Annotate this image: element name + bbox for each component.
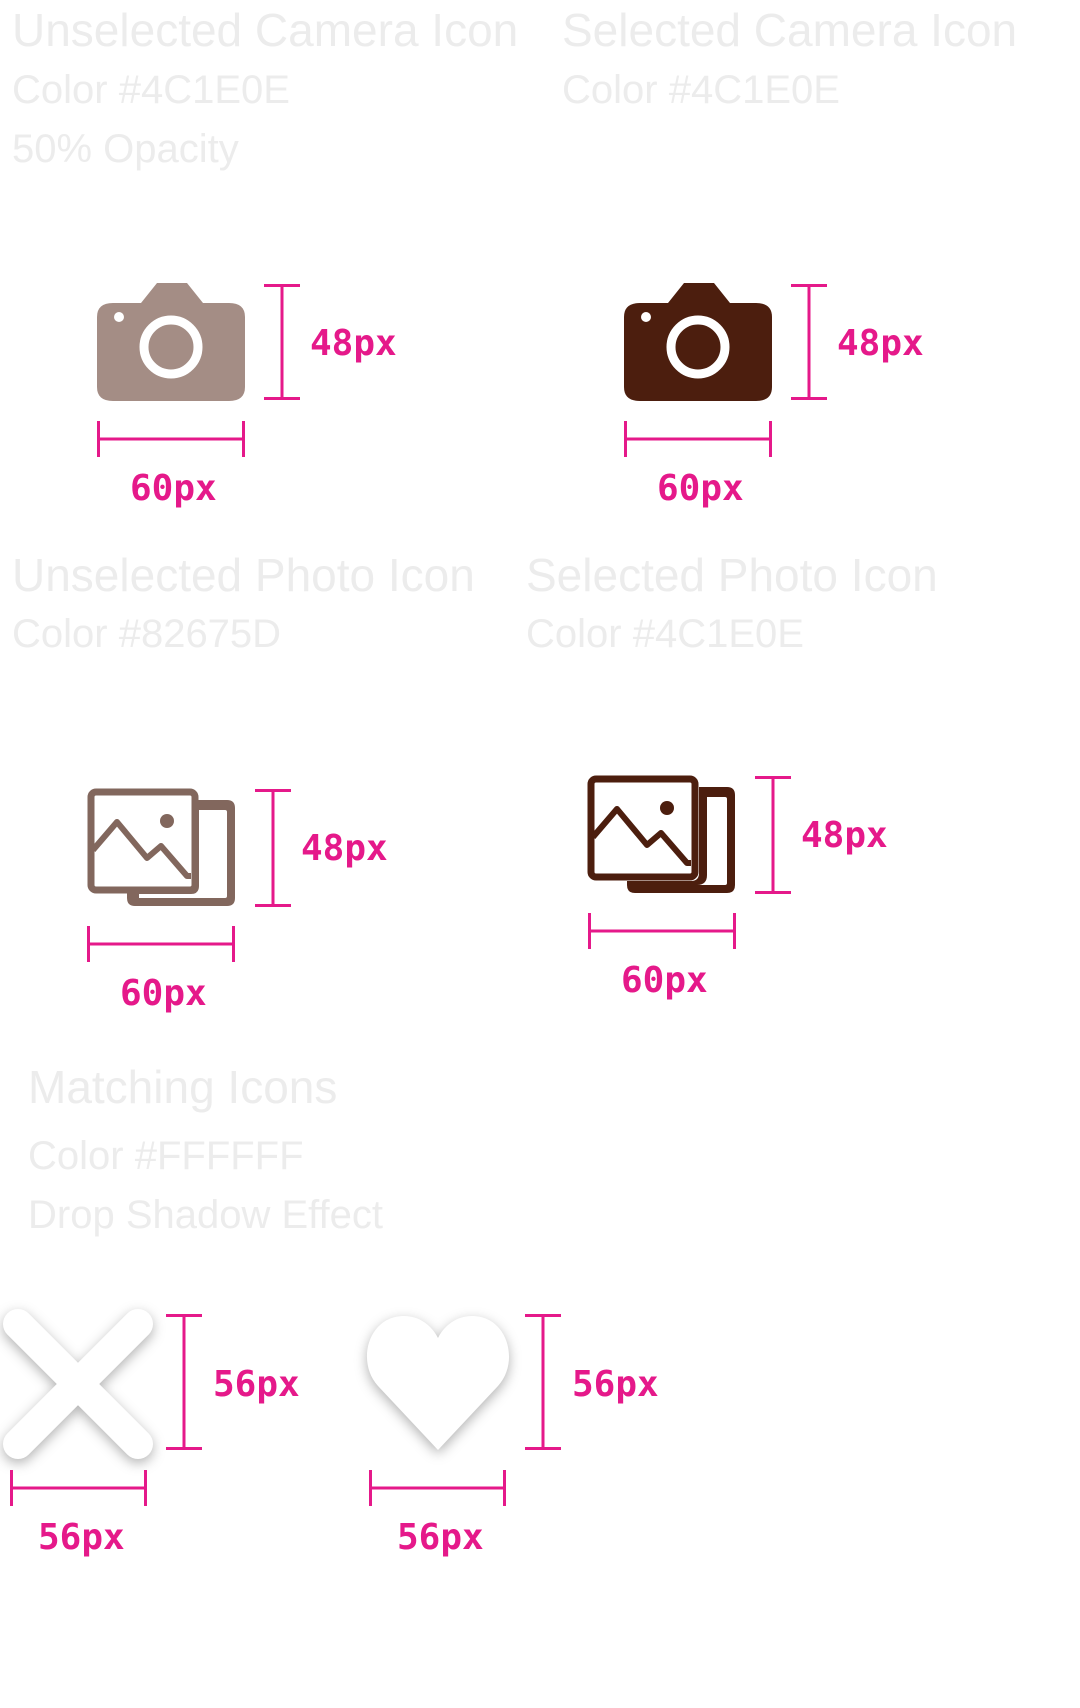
width-dimension-marker — [97, 421, 245, 457]
selected-camera-title: Selected Camera Icon — [562, 4, 1018, 56]
close-icon — [3, 1309, 153, 1459]
matching-icons-color-label: Color #FFFFFF — [28, 1134, 304, 1178]
height-dimension-marker — [166, 1314, 202, 1450]
height-measure-label: 56px — [572, 1364, 659, 1405]
unselected-camera-title: Unselected Camera Icon — [12, 4, 519, 56]
height-measure-label: 48px — [310, 323, 397, 364]
height-dimension-marker — [264, 284, 300, 400]
matching-icons-effect-label: Drop Shadow Effect — [28, 1193, 384, 1237]
heart-icon — [366, 1316, 510, 1450]
photo-icon — [87, 788, 235, 906]
height-dimension-marker — [255, 789, 291, 907]
unselected-photo-color-label: Color #82675D — [12, 612, 282, 656]
width-measure-label: 60px — [130, 468, 217, 509]
height-measure-label: 56px — [213, 1364, 300, 1405]
unselected-photo-title: Unselected Photo Icon — [12, 549, 475, 601]
photo-icon — [587, 775, 735, 893]
width-dimension-marker — [10, 1470, 147, 1506]
width-measure-label: 60px — [657, 468, 744, 509]
selected-photo-title: Selected Photo Icon — [526, 549, 938, 601]
width-dimension-marker — [369, 1470, 506, 1506]
matching-icons-title: Matching Icons — [28, 1061, 338, 1113]
height-measure-label: 48px — [801, 815, 888, 856]
width-measure-label: 56px — [38, 1517, 125, 1558]
height-dimension-marker — [755, 776, 791, 894]
selected-camera-color-label: Color #4C1E0E — [562, 68, 840, 112]
width-dimension-marker — [87, 926, 235, 962]
camera-icon — [624, 283, 772, 401]
unselected-camera-color-label: Color #4C1E0E — [12, 68, 290, 112]
width-measure-label: 60px — [621, 960, 708, 1001]
height-dimension-marker — [791, 284, 827, 400]
height-measure-label: 48px — [837, 323, 924, 364]
width-measure-label: 60px — [120, 973, 207, 1014]
camera-icon — [97, 283, 245, 401]
width-dimension-marker — [624, 421, 772, 457]
height-measure-label: 48px — [301, 828, 388, 869]
selected-photo-color-label: Color #4C1E0E — [526, 612, 804, 656]
width-measure-label: 56px — [397, 1517, 484, 1558]
unselected-camera-opacity-label: 50% Opacity — [12, 127, 239, 171]
height-dimension-marker — [525, 1314, 561, 1450]
width-dimension-marker — [588, 913, 736, 949]
